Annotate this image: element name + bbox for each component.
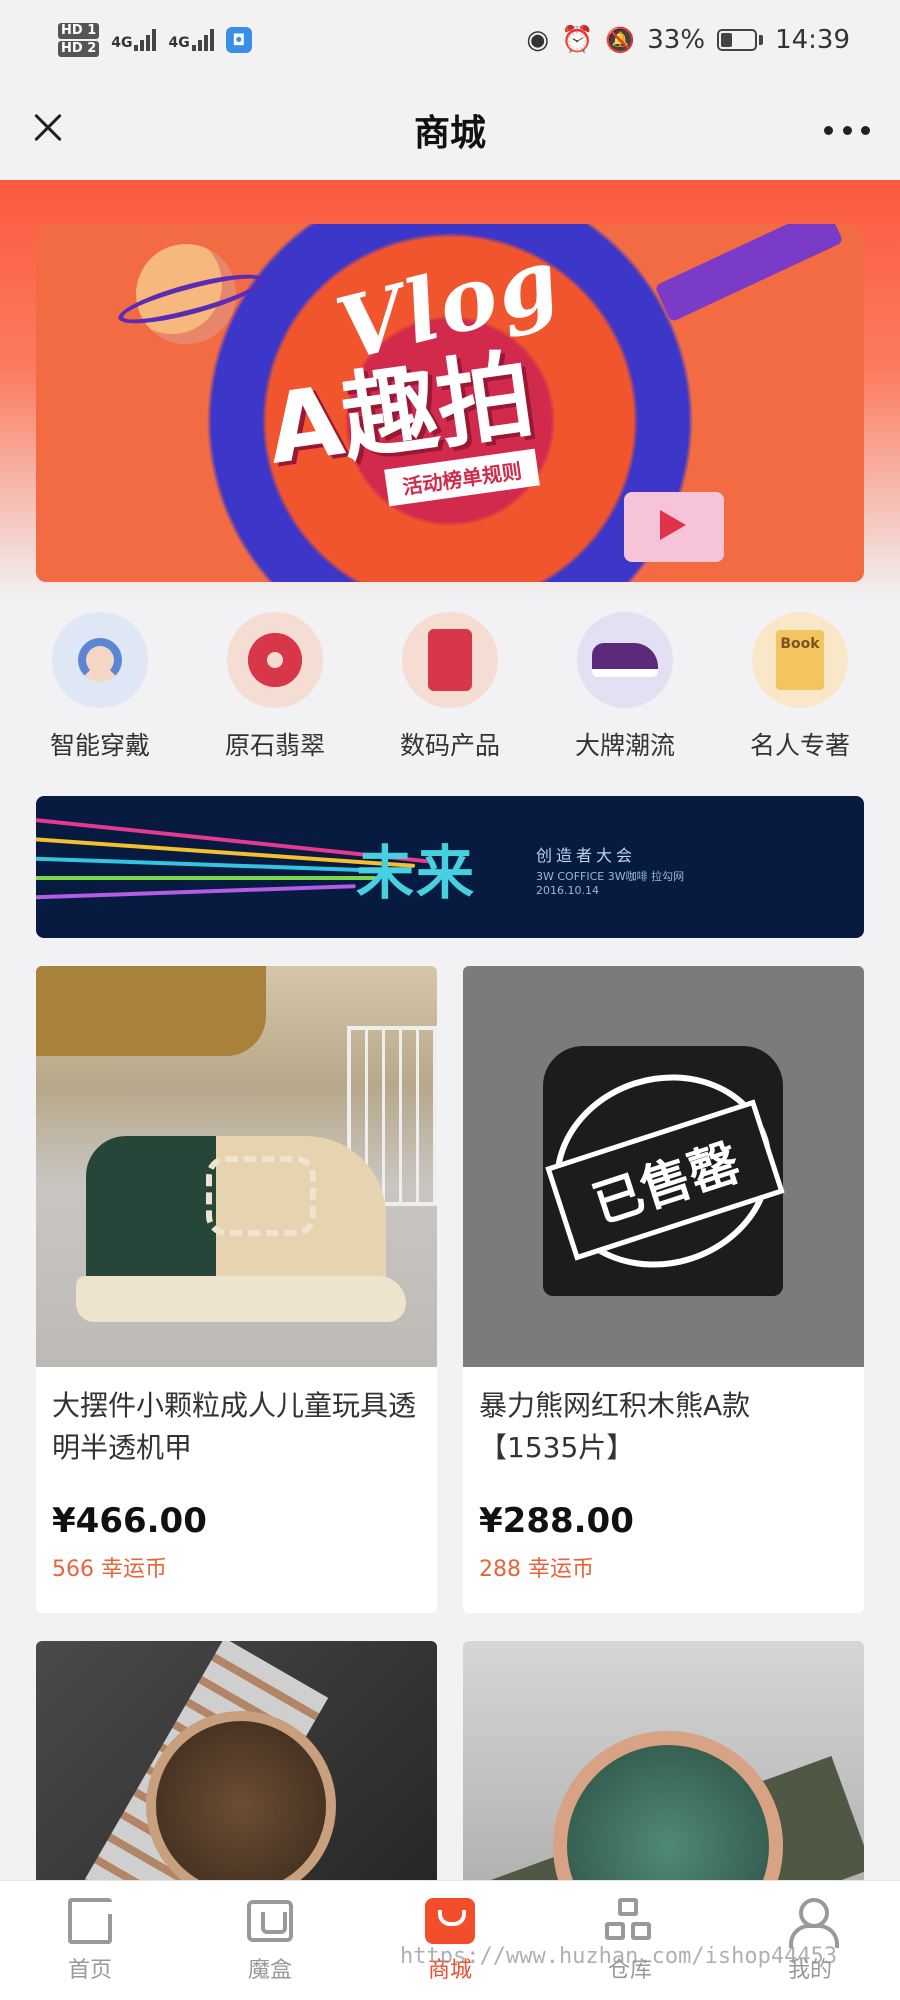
product-grid: 大摆件小颗粒成人儿童玩具透明半透机甲 ¥466.00 566 幸运币 已售罄 暴… (36, 966, 864, 2000)
smart-wear-icon (52, 612, 148, 708)
light-streak (36, 884, 356, 900)
nav-bar: 商城 (0, 80, 900, 180)
watermark: https://www.huzhan.com/ishop44453 (400, 1944, 838, 1969)
product-card[interactable]: 大摆件小颗粒成人儿童玩具透明半透机甲 ¥466.00 566 幸运币 (36, 966, 437, 1613)
tab-box[interactable]: 魔盒 (200, 1898, 340, 1984)
status-left: HD 1 HD 2 4G 4G ◘ (58, 22, 252, 58)
signal-bars-icon (134, 29, 157, 51)
product-coins: 566 幸运币 (52, 1557, 167, 1582)
category-label: 智能穿戴 (49, 731, 150, 760)
mute-icon: 🔕 (605, 26, 636, 54)
page-title: 商城 (413, 113, 486, 154)
category-digital[interactable]: 数码产品 (370, 612, 530, 762)
product-price: ¥466.00 (52, 1501, 207, 1541)
close-button[interactable] (28, 108, 68, 148)
category-brand[interactable]: 大牌潮流 (545, 612, 705, 762)
signal-1: 4G (111, 29, 157, 51)
alarm-icon: ⏰ (561, 25, 594, 55)
battery-percent: 33% (647, 25, 706, 55)
signal-2: 4G (168, 29, 214, 51)
hd1-badge: HD 1 (58, 23, 100, 39)
play-icon (660, 510, 686, 540)
sneaker-icon (577, 612, 673, 708)
category-label: 大牌潮流 (574, 731, 675, 760)
category-books[interactable]: Book 名人专著 (720, 612, 880, 762)
user-icon (785, 1897, 839, 1948)
network-type-2: 4G (168, 35, 190, 51)
light-streak (36, 876, 376, 880)
bottom-tab-bar: 首页 魔盒 商城 仓库 我的 (0, 1880, 900, 2000)
tab-label: 魔盒 (247, 1957, 292, 1983)
tab-shop[interactable]: 商城 (380, 1897, 520, 1984)
hd2-badge: HD 2 (58, 41, 100, 57)
category-smart-wear[interactable]: 智能穿戴 (20, 612, 180, 762)
clock: 14:39 (775, 25, 850, 55)
product-title: 大摆件小颗粒成人儿童玩具透明半透机甲 (52, 1389, 417, 1464)
app-notification-icon: ◘ (225, 27, 252, 53)
category-label: 原石翡翠 (224, 731, 325, 760)
network-type-1: 4G (111, 35, 133, 51)
product-image-sneaker (36, 966, 437, 1367)
product-price: ¥288.00 (479, 1501, 634, 1541)
future-sponsors: 3W COFFICE 3W咖啡 拉勾网 (536, 870, 685, 883)
book-icon: Book (752, 612, 848, 708)
tab-label: 首页 (67, 1957, 112, 1983)
jade-icon (227, 612, 323, 708)
digital-icon (402, 612, 498, 708)
shop-icon (425, 1897, 475, 1944)
hd-indicator: HD 1 HD 2 (58, 22, 100, 58)
product-card[interactable]: 已售罄 暴力熊网红积木熊A款【1535片】 ¥288.00 288 幸运币 (463, 966, 864, 1613)
signal-bars-icon (191, 29, 214, 51)
product-title: 暴力熊网红积木熊A款【1535片】 (479, 1389, 751, 1464)
category-row: 智能穿戴 原石翡翠 数码产品 大牌潮流 Book 名人专著 (20, 612, 880, 762)
film-strip-decoration (654, 224, 844, 323)
tab-home[interactable]: 首页 (20, 1897, 160, 1984)
battery-icon (717, 29, 764, 51)
home-icon (65, 1897, 115, 1944)
warehouse-icon (605, 1897, 655, 1944)
product-image-jacket: 已售罄 (463, 966, 864, 1367)
tab-me[interactable]: 我的 (740, 1897, 880, 1984)
future-banner[interactable]: 未来 创造者大会 3W COFFICE 3W咖啡 拉勾网 2016.10.14 (36, 796, 864, 938)
category-label: 数码产品 (399, 731, 500, 760)
status-bar: HD 1 HD 2 4G 4G ◘ ◉ ⏰ 🔕 33% 14:39 (0, 0, 900, 80)
promo-banner[interactable]: Vlog A趣拍 活动榜单规则 (36, 224, 864, 582)
status-right: ◉ ⏰ 🔕 33% 14:39 (526, 25, 850, 55)
more-options-button[interactable] (824, 110, 870, 150)
category-jade[interactable]: 原石翡翠 (195, 612, 355, 762)
tab-warehouse[interactable]: 仓库 (560, 1897, 700, 1984)
future-subtitle: 创造者大会 (536, 846, 637, 865)
future-date: 2016.10.14 (536, 884, 599, 897)
category-label: 名人专著 (749, 731, 850, 760)
product-coins: 288 幸运币 (479, 1557, 594, 1582)
box-icon (245, 1898, 295, 1944)
eye-icon: ◉ (526, 25, 549, 55)
battery-fill (721, 33, 733, 47)
future-title: 未来 (356, 839, 477, 907)
